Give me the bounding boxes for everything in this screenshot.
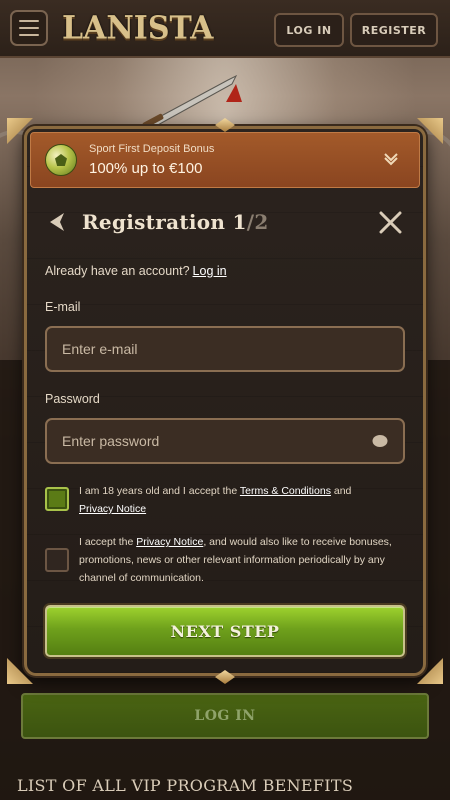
header-login-button[interactable]: LOG IN (274, 13, 344, 47)
password-input[interactable] (45, 418, 405, 464)
registration-title: Registration 1/2 (82, 210, 269, 234)
next-step-button[interactable]: NEXT STEP (45, 605, 405, 657)
top-header: LANISTA LOG IN REGISTER (0, 0, 450, 58)
page-login-button[interactable]: LOG IN (21, 693, 429, 739)
marketing-text: I accept the Privacy Notice, and would a… (79, 536, 392, 584)
menu-hamburger-icon[interactable] (10, 10, 48, 46)
have-account-text: Already have an account? Log in (45, 264, 227, 278)
close-icon[interactable] (379, 211, 402, 234)
login-link[interactable]: Log in (193, 264, 227, 278)
password-label: Password (45, 392, 100, 406)
header-register-button[interactable]: REGISTER (350, 13, 438, 47)
terms-text: I am 18 years old and I accept the Terms… (79, 485, 352, 515)
terms-checkbox[interactable] (45, 487, 69, 511)
email-input[interactable] (45, 326, 405, 372)
bonus-selector[interactable]: Sport First Deposit Bonus 100% up to €10… (30, 132, 420, 188)
email-label: E-mail (45, 300, 81, 314)
privacy-notice-link[interactable]: Privacy Notice (79, 503, 146, 515)
back-arrow-icon[interactable] (48, 212, 66, 232)
chevron-down-icon[interactable] (383, 151, 399, 167)
soccer-ball-icon (45, 144, 77, 176)
bonus-title: 100% up to €100 (89, 160, 203, 177)
lanista-logo[interactable]: LANISTA (62, 10, 213, 47)
eye-icon[interactable] (372, 434, 388, 448)
marketing-privacy-link[interactable]: Privacy Notice (136, 536, 203, 548)
marketing-checkbox[interactable] (45, 548, 69, 572)
vip-benefits-heading: LIST OF ALL VIP PROGRAM BENEFITS (17, 776, 354, 795)
terms-link[interactable]: Terms & Conditions (240, 485, 331, 497)
bonus-subtitle: Sport First Deposit Bonus (89, 143, 215, 155)
